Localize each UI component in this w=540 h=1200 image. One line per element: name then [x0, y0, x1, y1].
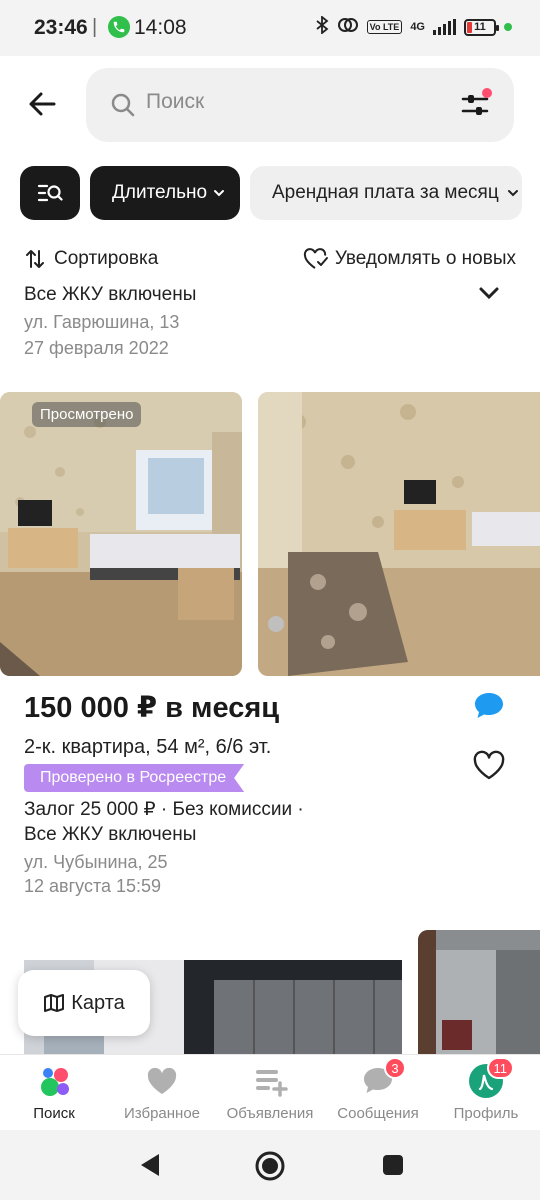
- saved-search-chip[interactable]: [20, 166, 80, 220]
- profile-badge: 11: [486, 1057, 514, 1079]
- privacy-dot-icon: [504, 23, 512, 31]
- search-input[interactable]: [146, 90, 426, 114]
- room-photo-image: [418, 930, 540, 1060]
- home-circle-icon: [255, 1151, 285, 1181]
- network-type: 4G: [410, 21, 425, 33]
- rent-filter-chip[interactable]: Арендная плата за месяц: [250, 166, 522, 220]
- call-duration: 14:08: [134, 16, 187, 39]
- signal-icon: [433, 19, 456, 35]
- heart-icon: [144, 1063, 180, 1099]
- heart-bell-icon: [303, 248, 328, 269]
- nav-listings[interactable]: Объявления: [216, 1063, 324, 1122]
- viewed-badge: Просмотрено: [32, 402, 142, 427]
- list-search-icon: [37, 184, 63, 202]
- map-button[interactable]: Карта: [18, 970, 150, 1036]
- bedroom-photo-image: [258, 392, 540, 676]
- back-button[interactable]: [26, 88, 58, 120]
- arrow-left-icon: [29, 92, 56, 116]
- filter-indicator-dot: [482, 88, 492, 98]
- battery-level: 11: [474, 21, 486, 33]
- listings-icon: [252, 1063, 288, 1099]
- write-message-button[interactable]: [472, 690, 506, 724]
- duration-filter-chip[interactable]: Длительно: [90, 166, 240, 220]
- bottom-navigation: Поиск Избранное Объявления 3 Сообщения 1…: [0, 1054, 540, 1130]
- chevron-down-icon: [507, 190, 518, 197]
- notify-button[interactable]: Уведомлять о новых: [303, 248, 516, 270]
- nav-favorites-label: Избранное: [123, 1105, 201, 1122]
- nav-profile-label: Профиль: [453, 1105, 519, 1122]
- heart-outline-icon: [473, 750, 505, 780]
- nav-favorites[interactable]: Избранное: [108, 1063, 216, 1122]
- sort-arrows-icon: [26, 250, 44, 268]
- square-recents-icon: [383, 1155, 403, 1175]
- nav-search[interactable]: Поиск: [0, 1063, 108, 1122]
- avatar: 11: [468, 1057, 514, 1099]
- nav-search-label: Поиск: [33, 1105, 75, 1122]
- listing-date: 12 августа 15:59: [24, 876, 162, 896]
- listing-terms-cont: Все ЖКУ включены: [24, 824, 197, 845]
- rent-chip-label: Арендная плата за месяц: [272, 182, 499, 203]
- status-separator: |: [92, 16, 98, 38]
- chat-icon: 3: [360, 1057, 406, 1099]
- system-back-button[interactable]: [138, 1152, 162, 1183]
- status-bar: 23:46 | 14:08 Vo LTE 4G 11: [0, 0, 540, 56]
- sort-button[interactable]: Сортировка: [24, 248, 158, 270]
- prev-listing-terms: Все ЖКУ включены: [24, 284, 197, 305]
- nav-messages-label: Сообщения: [337, 1105, 419, 1122]
- prev-listing-date: 27 февраля 2022: [24, 338, 169, 358]
- expand-button[interactable]: [478, 286, 500, 305]
- verified-badge: Проверено в Росреестре: [24, 764, 244, 792]
- favorite-button[interactable]: [472, 750, 506, 782]
- nav-profile[interactable]: 11 Профиль: [432, 1057, 540, 1122]
- listing-terms: Залог 25 000 ₽ · Без комиссии ·: [24, 799, 304, 820]
- nav-messages[interactable]: 3 Сообщения: [324, 1057, 432, 1122]
- prev-listing-address: ул. Гаврюшина, 13: [24, 312, 180, 332]
- system-navigation-bar: [0, 1130, 540, 1200]
- system-recents-button[interactable]: [382, 1154, 404, 1181]
- listing-photo[interactable]: [258, 392, 540, 676]
- notify-label: Уведомлять о новых: [334, 248, 516, 269]
- search-icon: [111, 93, 135, 117]
- listing-price[interactable]: 150 000 ₽ в месяц: [24, 690, 279, 725]
- map-button-label: Карта: [71, 991, 125, 1014]
- duration-chip-label: Длительно: [112, 182, 208, 203]
- filters-button[interactable]: [460, 88, 492, 120]
- chevron-down-icon: [214, 190, 225, 197]
- map-icon: [44, 994, 65, 1012]
- bluetooth-icon: [315, 15, 329, 38]
- system-home-button[interactable]: [254, 1150, 286, 1187]
- sort-label: Сортировка: [54, 248, 159, 269]
- status-time: 23:46: [34, 16, 88, 39]
- volte-icon: Vo LTE: [366, 20, 403, 34]
- search-bar[interactable]: [86, 68, 514, 142]
- listing-photo[interactable]: Просмотрено: [0, 392, 242, 676]
- search-nav-icon: [36, 1063, 72, 1099]
- triangle-back-icon: [141, 1154, 159, 1176]
- chat-bubble-icon: [475, 693, 503, 718]
- listing-title[interactable]: 2-к. квартира, 54 м², 6/6 эт.: [24, 736, 271, 759]
- listing-photo[interactable]: [418, 930, 540, 1060]
- chevron-down-icon: [479, 287, 499, 300]
- messages-badge: 3: [384, 1057, 406, 1079]
- status-icons: Vo LTE 4G 11: [315, 15, 512, 38]
- bedroom-photo-image: [0, 392, 242, 676]
- link-icon: [337, 16, 359, 38]
- battery-icon: 11: [464, 18, 499, 36]
- nav-listings-label: Объявления: [226, 1105, 314, 1122]
- listing-address: ул. Чубынина, 25: [24, 852, 168, 872]
- phone-call-icon: [108, 16, 130, 38]
